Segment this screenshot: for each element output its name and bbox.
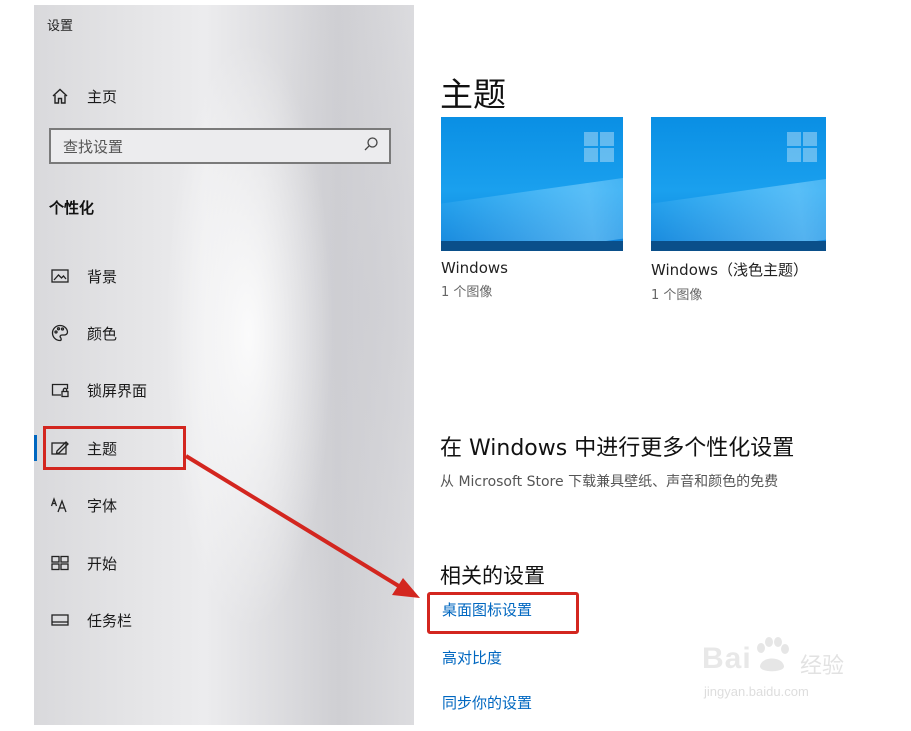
baidu-watermark: Bai 经验 jingyan.baidu.com: [692, 636, 867, 711]
watermark-url: jingyan.baidu.com: [704, 684, 809, 699]
watermark-brand-cn: 经验: [800, 654, 845, 679]
paw-logo-icon: [757, 637, 789, 672]
annotation-arrow-icon: [184, 454, 420, 598]
watermark-brand: Bai: [702, 642, 752, 675]
